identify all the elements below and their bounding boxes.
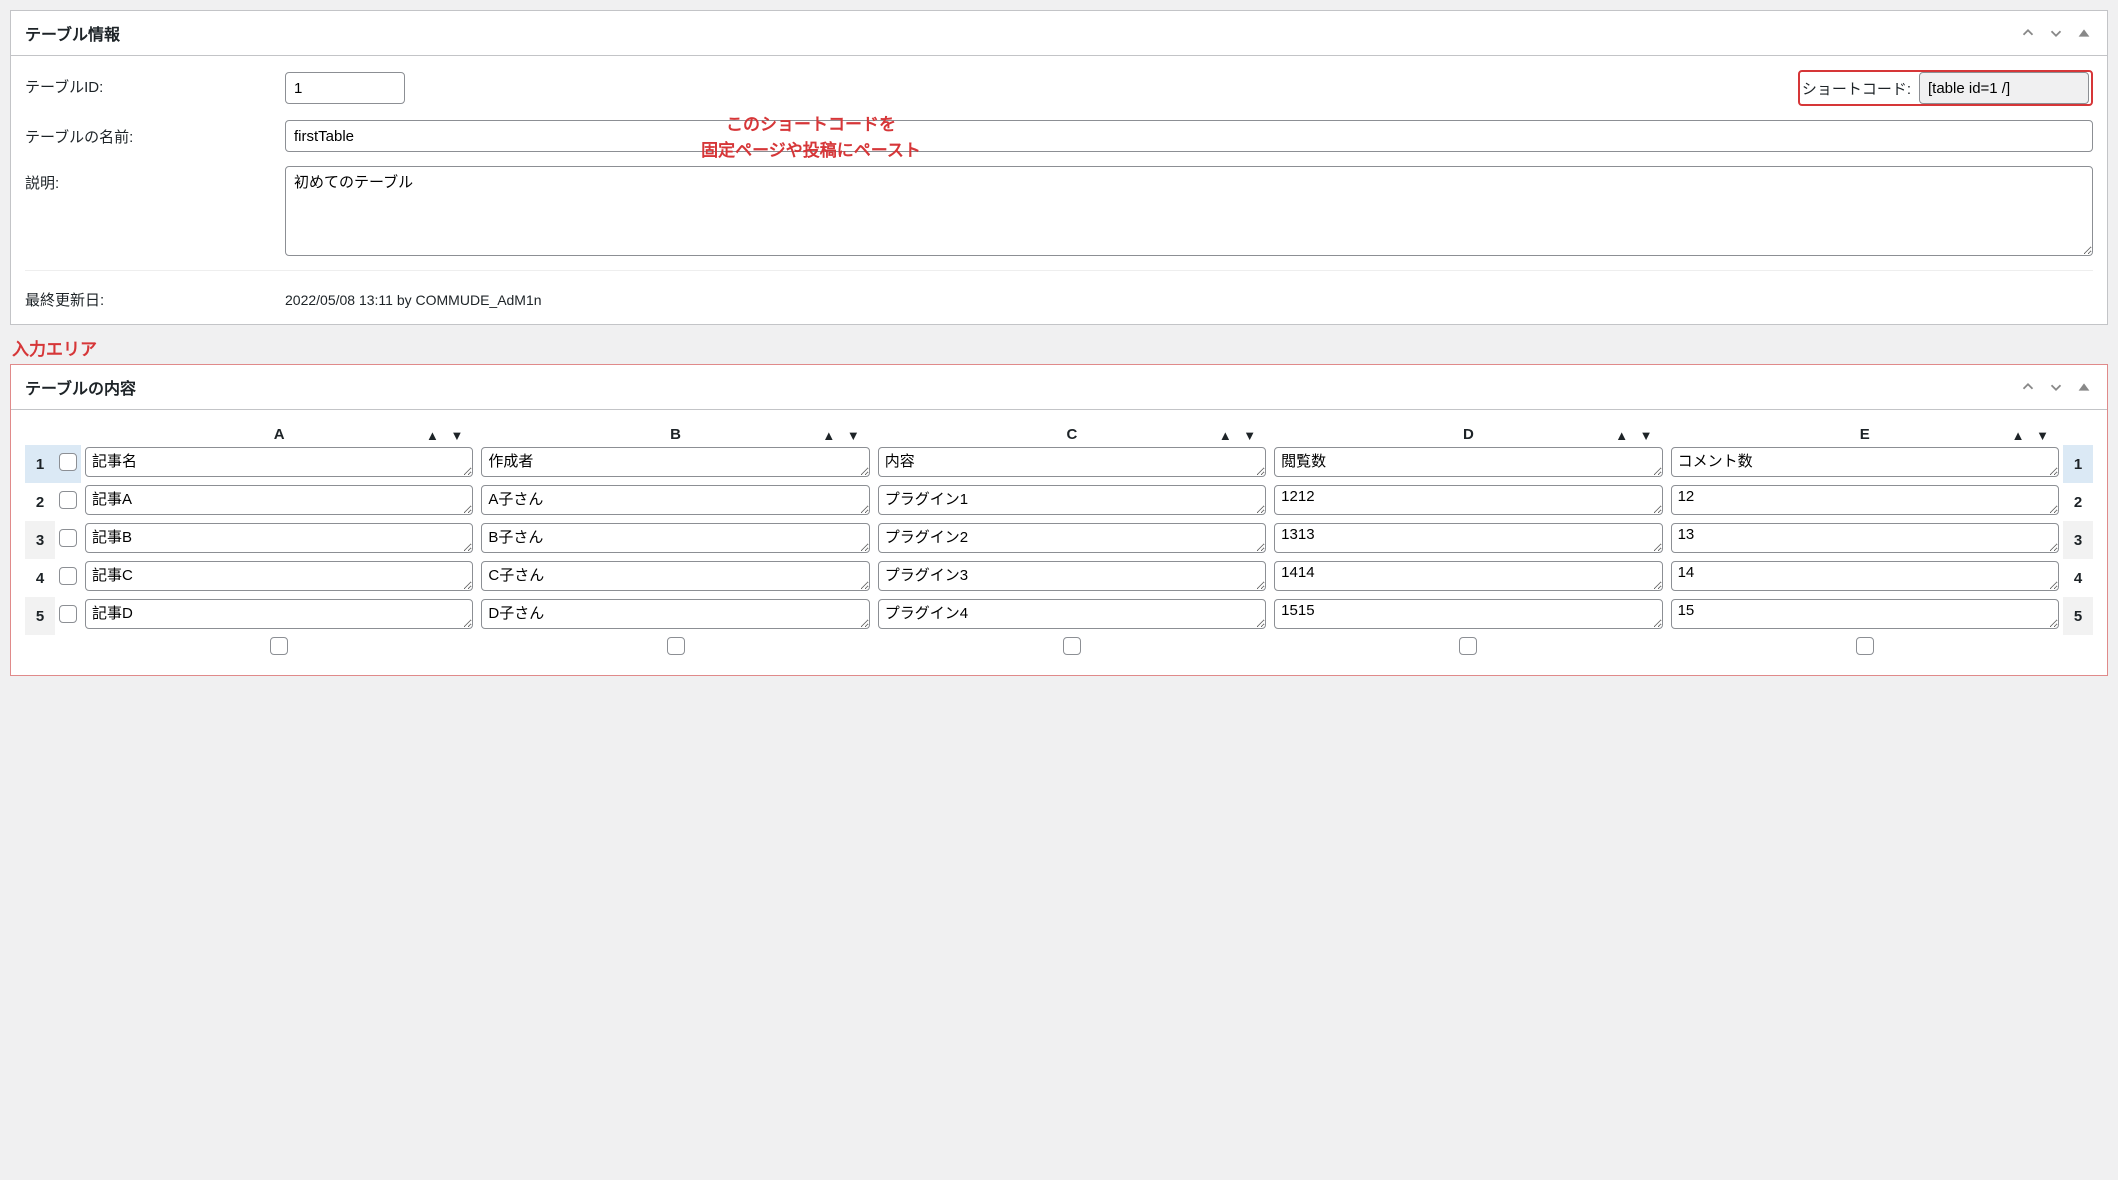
chevron-up-icon[interactable] bbox=[2019, 378, 2037, 396]
cell-input[interactable] bbox=[878, 447, 1266, 477]
table-row: 11 bbox=[25, 445, 2093, 483]
row-number-end: 2 bbox=[2063, 483, 2093, 521]
row-checkbox[interactable] bbox=[59, 529, 77, 547]
panel-title: テーブル情報 bbox=[25, 21, 120, 45]
col-C[interactable]: C▲ ▼ bbox=[874, 424, 1270, 445]
cell-input[interactable] bbox=[1671, 523, 2059, 553]
row-number: 5 bbox=[25, 597, 55, 635]
cell-input[interactable] bbox=[1671, 485, 2059, 515]
cell-input[interactable] bbox=[1274, 561, 1662, 591]
label-table-id: テーブルID: bbox=[25, 70, 285, 97]
table-row: 22 bbox=[25, 483, 2093, 521]
panel-actions bbox=[2019, 378, 2093, 396]
col-D[interactable]: D▲ ▼ bbox=[1270, 424, 1666, 445]
row-number: 2 bbox=[25, 483, 55, 521]
cell-input[interactable] bbox=[878, 485, 1266, 515]
row-checkbox[interactable] bbox=[59, 605, 77, 623]
row-checkbox[interactable] bbox=[59, 491, 77, 509]
panel-title: テーブルの内容 bbox=[25, 375, 136, 399]
chevron-up-icon[interactable] bbox=[2019, 24, 2037, 42]
sort-icons[interactable]: ▲ ▼ bbox=[822, 428, 863, 443]
row-checkbox[interactable] bbox=[59, 567, 77, 585]
row-number: 1 bbox=[25, 445, 55, 483]
annotation-input-area: 入力エリア bbox=[12, 335, 2108, 360]
cell-input[interactable] bbox=[878, 523, 1266, 553]
panel-header: テーブルの内容 bbox=[11, 365, 2107, 410]
cell-input[interactable] bbox=[1274, 599, 1662, 629]
sort-icons[interactable]: ▲ ▼ bbox=[2012, 428, 2053, 443]
textarea-description[interactable] bbox=[285, 166, 2093, 256]
row-last-modified: 最終更新日: 2022/05/08 13:11 by COMMUDE_AdM1n bbox=[25, 270, 2093, 310]
cell-input[interactable] bbox=[1671, 561, 2059, 591]
table-content-panel: テーブルの内容 A▲ ▼ B▲ ▼ C▲ ▼ D▲ ▼ E▲ ▼ 1122 bbox=[10, 364, 2108, 676]
data-grid: A▲ ▼ B▲ ▼ C▲ ▼ D▲ ▼ E▲ ▼ 1122334455 bbox=[25, 424, 2093, 661]
cell-input[interactable] bbox=[1274, 523, 1662, 553]
sort-icons[interactable]: ▲ ▼ bbox=[426, 428, 467, 443]
cell-input[interactable] bbox=[85, 523, 473, 553]
col-A[interactable]: A▲ ▼ bbox=[81, 424, 477, 445]
cell-input[interactable] bbox=[85, 447, 473, 477]
input-table-name[interactable] bbox=[285, 120, 2093, 152]
label-description: 説明: bbox=[25, 166, 285, 193]
input-shortcode[interactable] bbox=[1919, 72, 2089, 104]
table-row: 44 bbox=[25, 559, 2093, 597]
col-checkbox[interactable] bbox=[1063, 637, 1081, 655]
row-number: 4 bbox=[25, 559, 55, 597]
col-checkbox[interactable] bbox=[270, 637, 288, 655]
table-info-panel: テーブル情報 テーブルID: ショートコード: テーブルの名前: bbox=[10, 10, 2108, 325]
cell-input[interactable] bbox=[481, 485, 869, 515]
cell-input[interactable] bbox=[85, 485, 473, 515]
shortcode-group: ショートコード: bbox=[1798, 70, 2093, 106]
cell-input[interactable] bbox=[878, 599, 1266, 629]
column-header-row: A▲ ▼ B▲ ▼ C▲ ▼ D▲ ▼ E▲ ▼ bbox=[25, 424, 2093, 445]
caret-up-icon[interactable] bbox=[2075, 24, 2093, 42]
sort-icons[interactable]: ▲ ▼ bbox=[1219, 428, 1260, 443]
cell-input[interactable] bbox=[878, 561, 1266, 591]
panel-actions bbox=[2019, 24, 2093, 42]
sort-icons[interactable]: ▲ ▼ bbox=[1615, 428, 1656, 443]
table-row: 55 bbox=[25, 597, 2093, 635]
input-table-id[interactable] bbox=[285, 72, 405, 104]
cell-input[interactable] bbox=[481, 561, 869, 591]
row-number-end: 1 bbox=[2063, 445, 2093, 483]
row-number-end: 3 bbox=[2063, 521, 2093, 559]
label-last-modified: 最終更新日: bbox=[25, 283, 285, 310]
chevron-down-icon[interactable] bbox=[2047, 378, 2065, 396]
cell-input[interactable] bbox=[85, 599, 473, 629]
label-table-name: テーブルの名前: bbox=[25, 120, 285, 147]
col-checkbox[interactable] bbox=[667, 637, 685, 655]
panel-body: テーブルID: ショートコード: テーブルの名前: 説明: 最終 bbox=[11, 56, 2107, 324]
row-number: 3 bbox=[25, 521, 55, 559]
cell-input[interactable] bbox=[481, 599, 869, 629]
row-table-id: テーブルID: ショートコード: bbox=[25, 70, 2093, 106]
row-description: 説明: bbox=[25, 166, 2093, 256]
chevron-down-icon[interactable] bbox=[2047, 24, 2065, 42]
row-checkbox[interactable] bbox=[59, 453, 77, 471]
panel-header: テーブル情報 bbox=[11, 11, 2107, 56]
col-checkbox[interactable] bbox=[1856, 637, 1874, 655]
col-E[interactable]: E▲ ▼ bbox=[1667, 424, 2063, 445]
row-number-end: 4 bbox=[2063, 559, 2093, 597]
cell-input[interactable] bbox=[1274, 447, 1662, 477]
column-checkbox-row bbox=[25, 635, 2093, 661]
col-B[interactable]: B▲ ▼ bbox=[477, 424, 873, 445]
row-table-name: テーブルの名前: bbox=[25, 120, 2093, 152]
table-row: 33 bbox=[25, 521, 2093, 559]
panel-body: A▲ ▼ B▲ ▼ C▲ ▼ D▲ ▼ E▲ ▼ 1122334455 bbox=[11, 410, 2107, 675]
caret-up-icon[interactable] bbox=[2075, 378, 2093, 396]
value-last-modified: 2022/05/08 13:11 by COMMUDE_AdM1n bbox=[285, 283, 2093, 310]
cell-input[interactable] bbox=[481, 447, 869, 477]
cell-input[interactable] bbox=[481, 523, 869, 553]
cell-input[interactable] bbox=[1274, 485, 1662, 515]
cell-input[interactable] bbox=[1671, 599, 2059, 629]
cell-input[interactable] bbox=[85, 561, 473, 591]
label-shortcode: ショートコード: bbox=[1802, 78, 1911, 99]
cell-input[interactable] bbox=[1671, 447, 2059, 477]
row-number-end: 5 bbox=[2063, 597, 2093, 635]
col-checkbox[interactable] bbox=[1459, 637, 1477, 655]
